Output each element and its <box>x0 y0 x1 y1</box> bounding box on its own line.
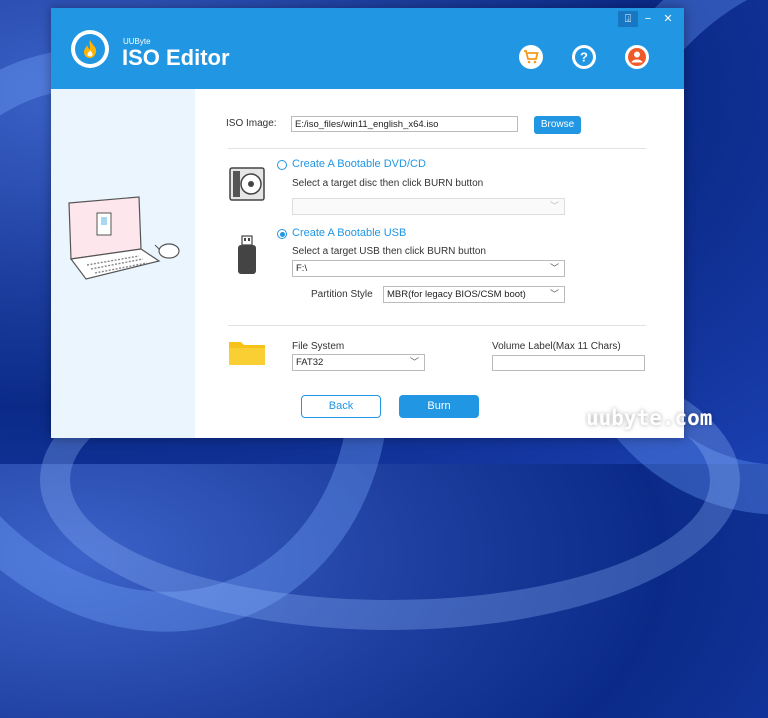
title-bar: UUByte ISO Editor ⍗ − ✕ ? <box>51 8 684 89</box>
watermark: uubyte.com <box>586 406 713 430</box>
burn-button[interactable]: Burn <box>399 395 479 418</box>
browse-button[interactable]: Browse <box>534 116 581 134</box>
chevron-down-icon: ﹀ <box>549 289 559 299</box>
window-controls: ⍗ − ✕ <box>618 11 678 27</box>
volume-label-label: Volume Label(Max 11 Chars) <box>492 341 621 352</box>
partition-style-label: Partition Style <box>311 289 373 300</box>
help-icon[interactable]: ? <box>572 45 596 69</box>
close-button[interactable]: ✕ <box>658 11 678 27</box>
left-illustration-panel <box>51 89 195 438</box>
dvd-option-label[interactable]: Create A Bootable DVD/CD <box>292 158 426 170</box>
dvd-select[interactable]: ﹀ <box>292 198 565 215</box>
usb-option-label[interactable]: Create A Bootable USB <box>292 227 406 239</box>
usb-hint: Select a target USB then click BURN butt… <box>292 246 486 257</box>
app-title: ISO Editor <box>122 45 230 70</box>
chevron-down-icon: ﹀ <box>549 201 559 211</box>
volume-label-input[interactable] <box>492 355 645 371</box>
usb-select[interactable]: F:\ ﹀ <box>292 260 565 277</box>
app-window: UUByte ISO Editor ⍗ − ✕ ? ISO Image: E:/… <box>51 8 684 438</box>
cart-icon[interactable] <box>519 45 543 69</box>
usb-radio[interactable] <box>277 229 287 239</box>
dvd-drive-icon <box>229 167 265 201</box>
back-button[interactable]: Back <box>301 395 381 418</box>
partition-style-select[interactable]: MBR(for legacy BIOS/CSM boot) ﹀ <box>383 286 565 303</box>
iso-path-input[interactable]: E:/iso_files/win11_english_x64.iso <box>291 116 518 132</box>
file-system-value: FAT32 <box>296 357 324 368</box>
partition-style-value: MBR(for legacy BIOS/CSM boot) <box>387 289 526 300</box>
folder-icon <box>229 342 265 365</box>
usb-select-value: F:\ <box>296 263 308 274</box>
file-system-select[interactable]: FAT32 ﹀ <box>292 354 425 371</box>
app-logo <box>71 30 109 68</box>
divider <box>228 148 646 149</box>
divider <box>228 325 646 326</box>
laptop-illustration <box>68 196 180 280</box>
chevron-down-icon: ﹀ <box>549 263 559 273</box>
menu-icon[interactable]: ⍗ <box>618 11 638 27</box>
svg-text:?: ? <box>580 50 588 65</box>
file-system-label: File System <box>292 341 345 352</box>
chevron-down-icon: ﹀ <box>409 357 419 367</box>
main-panel: ISO Image: E:/iso_files/win11_english_x6… <box>195 89 684 438</box>
flame-icon <box>84 40 97 58</box>
dvd-hint: Select a target disc then click BURN but… <box>292 178 484 189</box>
user-icon[interactable] <box>625 45 649 69</box>
minimize-button[interactable]: − <box>638 11 658 27</box>
dvd-radio[interactable] <box>277 160 287 170</box>
usb-drive-icon <box>238 235 256 274</box>
iso-image-label: ISO Image: <box>226 118 277 129</box>
